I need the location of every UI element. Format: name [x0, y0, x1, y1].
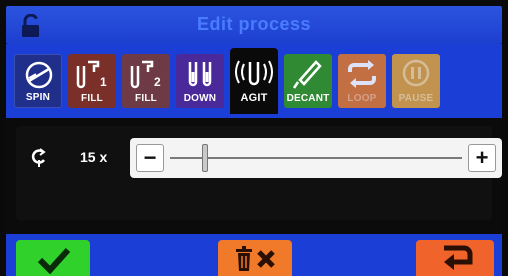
centrifuge-icon [25, 61, 53, 89]
step-label: AGIT [240, 92, 268, 104]
checkmark-icon [37, 247, 71, 274]
tubes-down-icon [188, 62, 212, 87]
step-label: FILL [135, 93, 157, 104]
step-label: DOWN [183, 93, 217, 104]
step-loop[interactable]: LOOP [338, 54, 386, 108]
svg-text:2: 2 [154, 75, 161, 89]
decant-icon [292, 60, 322, 89]
step-pause[interactable]: PAUSE [392, 54, 440, 108]
page-title: Edit process [196, 14, 312, 34]
back-button[interactable] [416, 240, 494, 276]
repeat-count: 15 x [80, 149, 108, 165]
agitate-icon [235, 60, 273, 86]
pause-icon [402, 59, 430, 87]
confirm-button[interactable] [16, 240, 90, 276]
step-fill-2[interactable]: 2 FILL [122, 54, 170, 108]
header-bar: Edit process [6, 6, 502, 44]
tube-fill-1-icon: 1 [76, 60, 107, 89]
step-down[interactable]: DOWN [176, 54, 224, 108]
count-slider[interactable]: − + [130, 138, 502, 178]
step-fill-1[interactable]: 1 FILL [68, 54, 116, 108]
slider-thumb[interactable] [202, 144, 209, 172]
step-label: DECANT [286, 93, 330, 104]
screen: Edit process SPIN 1 FILL 2 FILL DOWN AGI… [0, 0, 508, 276]
step-strip: SPIN 1 FILL 2 FILL DOWN AGIT DECANT LOOP… [6, 44, 502, 118]
decrease-button[interactable]: − [136, 144, 164, 172]
cycle-icon [31, 148, 46, 167]
step-label: SPIN [25, 92, 51, 103]
step-label: FILL [81, 93, 103, 104]
step-agit[interactable]: AGIT [230, 48, 278, 114]
settings-panel: 15 x − + [6, 118, 502, 234]
return-arrow-icon [444, 245, 473, 270]
settings-row: 15 x − + [16, 126, 502, 220]
loop-icon [348, 60, 376, 88]
increase-button[interactable]: + [468, 144, 496, 172]
step-decant[interactable]: DECANT [284, 54, 332, 108]
tube-fill-2-icon: 2 [130, 60, 161, 89]
svg-text:1: 1 [100, 75, 107, 89]
footer-bar [6, 234, 502, 276]
trash-x-icon [236, 246, 275, 271]
step-spin[interactable]: SPIN [14, 54, 62, 108]
slider-track[interactable] [170, 157, 462, 159]
step-label: PAUSE [398, 93, 434, 104]
delete-step-button[interactable] [218, 240, 292, 276]
step-label: LOOP [347, 93, 377, 104]
